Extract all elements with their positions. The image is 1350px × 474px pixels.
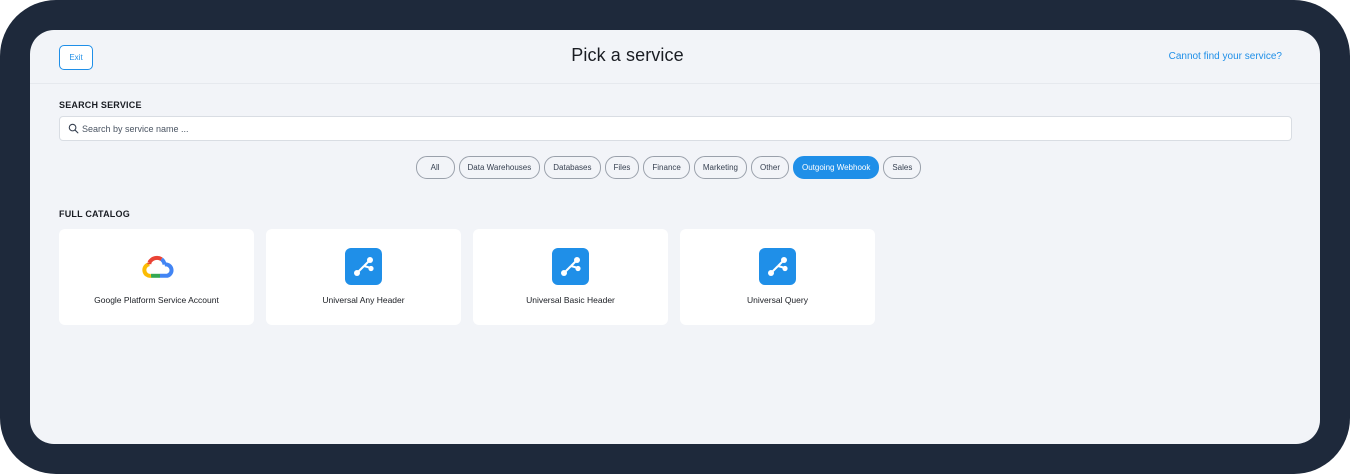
search-input[interactable] xyxy=(82,117,1282,140)
search-section-label: SEARCH SERVICE xyxy=(59,100,142,110)
search-icon xyxy=(68,123,79,134)
service-card-label: Universal Any Header xyxy=(322,295,405,305)
service-card-universal-any-header[interactable]: Universal Any Header xyxy=(266,229,461,325)
filter-chip-data-warehouses[interactable]: Data Warehouses xyxy=(458,156,541,179)
filter-chip-sales[interactable]: Sales xyxy=(883,156,922,179)
app-screen: Exit Pick a service Cannot find your ser… xyxy=(30,30,1320,444)
page-title: Pick a service xyxy=(571,45,684,65)
cannot-find-service-link[interactable]: Cannot find your service? xyxy=(1169,51,1282,62)
filter-chip-databases[interactable]: Databases xyxy=(544,156,601,179)
service-card-label: Universal Basic Header xyxy=(526,295,615,305)
filter-chip-marketing[interactable]: Marketing xyxy=(693,156,747,179)
service-catalog: Google Platform Service Account Universa… xyxy=(59,229,875,325)
filter-chip-finance[interactable]: Finance xyxy=(643,156,690,179)
device-frame: Exit Pick a service Cannot find your ser… xyxy=(0,0,1350,474)
filter-chip-all[interactable]: All xyxy=(415,156,455,179)
service-card-universal-basic-header[interactable]: Universal Basic Header xyxy=(473,229,668,325)
service-card-label: Google Platform Service Account xyxy=(94,295,219,305)
filter-chip-other[interactable]: Other xyxy=(750,156,789,179)
webhook-icon xyxy=(759,248,796,285)
service-card-google-platform[interactable]: Google Platform Service Account xyxy=(59,229,254,325)
service-card-label: Universal Query xyxy=(747,295,808,305)
filter-chip-files[interactable]: Files xyxy=(604,156,640,179)
header: Exit Pick a service Cannot find your ser… xyxy=(30,30,1320,84)
filter-chip-outgoing-webhook[interactable]: Outgoing Webhook xyxy=(793,156,880,179)
search-box[interactable] xyxy=(59,116,1292,141)
category-filters: All Data Warehouses Databases Files Fina… xyxy=(30,156,1320,179)
webhook-icon xyxy=(552,248,589,285)
webhook-icon xyxy=(345,248,382,285)
service-card-universal-query[interactable]: Universal Query xyxy=(680,229,875,325)
catalog-section-label: FULL CATALOG xyxy=(59,209,130,219)
google-cloud-icon xyxy=(142,255,174,278)
